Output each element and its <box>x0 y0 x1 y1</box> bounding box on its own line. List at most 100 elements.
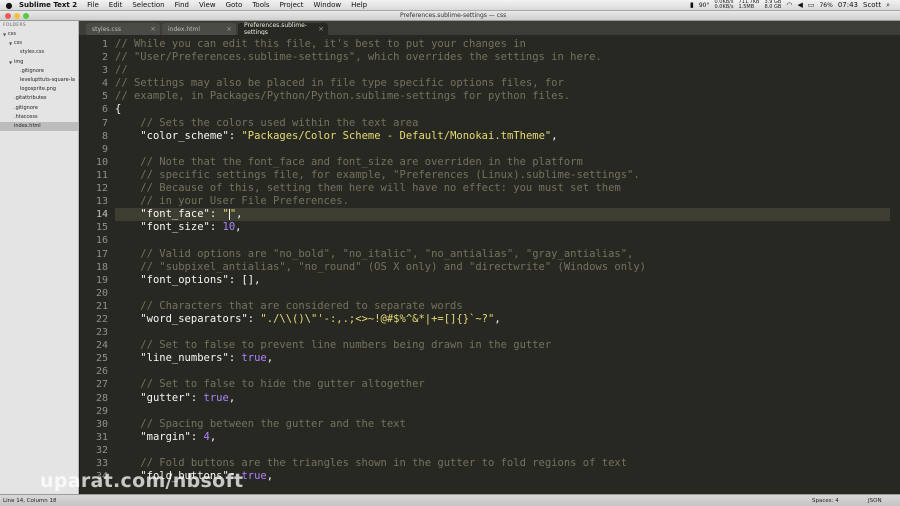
close-tab-icon[interactable]: × <box>318 25 324 33</box>
sidebar-item-label: .gitignore <box>14 104 38 111</box>
menu-window[interactable]: Window <box>309 0 347 11</box>
code-line[interactable]: // in your User File Preferences. <box>115 195 890 208</box>
menu-goto[interactable]: Goto <box>221 0 248 11</box>
code-line[interactable]: "margin": 4, <box>115 431 890 444</box>
code-line[interactable] <box>115 287 890 300</box>
menu-view[interactable]: View <box>194 0 221 11</box>
close-window-icon[interactable] <box>5 13 11 19</box>
tab-preferences[interactable]: Preferences.sublime-settings × <box>238 22 328 36</box>
code-line[interactable]: "gutter": true, <box>115 392 890 405</box>
code-line[interactable]: // Fold buttons are the triangles shown … <box>115 457 890 470</box>
temperature-readout: 90° <box>698 1 710 9</box>
code-line[interactable]: // Characters that are considered to sep… <box>115 300 890 313</box>
code-line[interactable] <box>115 405 890 418</box>
menu-selection[interactable]: Selection <box>127 0 169 11</box>
search-icon[interactable]: ⌕ <box>886 1 890 10</box>
indentation-selector[interactable]: Spaces: 4 <box>812 498 839 504</box>
line-number: 1 <box>101 39 108 50</box>
code-line[interactable] <box>115 326 890 339</box>
menu-edit[interactable]: Edit <box>104 0 128 11</box>
menu-bar: ● Sublime Text 2 File Edit Selection Fin… <box>0 0 900 11</box>
code-line[interactable]: // Because of this, setting them here wi… <box>115 182 890 195</box>
sidebar-tree-item[interactable]: styles.css <box>0 48 78 57</box>
line-number: 23 <box>95 327 108 339</box>
sidebar-item-label: styles.css <box>20 49 45 56</box>
menu-find[interactable]: Find <box>170 0 194 11</box>
line-number: 10 <box>95 156 108 168</box>
sidebar-tree-item[interactable]: index.html <box>0 121 78 132</box>
code-line[interactable] <box>115 444 890 457</box>
line-number: 13 <box>95 196 108 208</box>
sidebar-tree-item[interactable]: ▼ css <box>0 30 78 39</box>
disk-monitor[interactable]: 3.9 GB 8.0 GB <box>764 0 781 10</box>
user-name[interactable]: Scott <box>863 1 881 9</box>
menu-project[interactable]: Project <box>275 0 309 11</box>
sidebar-tree-item[interactable]: ▼ css <box>0 39 78 48</box>
code-line[interactable]: // specific settings file, for example, … <box>115 169 890 182</box>
code-line[interactable]: // Set to false to hide the gutter altog… <box>115 378 890 391</box>
syntax-selector[interactable]: JSON <box>868 498 882 504</box>
sidebar-tree-item[interactable]: .gitignore <box>0 104 78 113</box>
line-number: 9 <box>101 143 108 155</box>
zoom-window-icon[interactable] <box>23 13 29 19</box>
sidebar-item-label: img <box>14 58 24 65</box>
code-line[interactable]: "line_numbers": true, <box>115 352 890 365</box>
code-line[interactable]: // Set to false to prevent line numbers … <box>115 339 890 352</box>
code-line[interactable] <box>115 365 890 378</box>
battery-icon[interactable]: ▭ <box>808 1 815 9</box>
sidebar-item-label: index.html <box>14 122 41 129</box>
tab-label: index.html <box>168 25 200 33</box>
sidebar-tree-item[interactable]: .gitignore <box>0 67 78 76</box>
tab-styles-css[interactable]: styles.css × <box>86 23 160 35</box>
line-number: 11 <box>95 169 108 181</box>
sidebar-tree-item[interactable]: levelupttuts-square-la <box>0 76 78 85</box>
clock[interactable]: 07:43 <box>838 1 858 9</box>
menu-tools[interactable]: Tools <box>247 0 274 11</box>
network-monitor[interactable]: 0.0KB/s 0.0KB/s <box>715 0 734 10</box>
code-line[interactable]: // While you can edit this file, it's be… <box>115 38 890 51</box>
menu-help[interactable]: Help <box>346 0 372 11</box>
code-line[interactable] <box>115 143 890 156</box>
line-number: 5 <box>101 91 108 103</box>
code-area[interactable]: // While you can edit this file, it's be… <box>115 38 890 483</box>
watermark: uparat.com/nbsoft <box>40 470 244 492</box>
code-line[interactable] <box>115 234 890 247</box>
line-number-gutter[interactable]: 1 2 3 4 5 6 7 8 9 10 11 12 13 14 15 16 17 18 19 20 21 22 23 24 2… <box>80 38 108 483</box>
sidebar-tree-item[interactable]: .htaccess <box>0 113 78 122</box>
code-line[interactable]: // <box>115 64 890 77</box>
code-editor[interactable]: 1 2 3 4 5 6 7 8 9 10 11 12 13 14 15 16 17 18 19 20 21 22 23 24 2… <box>80 35 900 494</box>
temperature-icon[interactable]: ▮ <box>690 1 694 9</box>
code-line[interactable]: // "subpixel_antialias", "no_round" (OS … <box>115 261 890 274</box>
menu-file[interactable]: File <box>82 0 104 11</box>
code-line[interactable]: "font_options": [], <box>115 274 890 287</box>
close-tab-icon[interactable]: × <box>150 25 156 33</box>
minimize-window-icon[interactable] <box>14 13 20 19</box>
code-line[interactable]: "color_scheme": "Packages/Color Scheme -… <box>115 130 890 143</box>
window-title-bar: Preferences.sublime-settings — css <box>0 11 900 21</box>
code-line[interactable]: // Settings may also be placed in file t… <box>115 77 890 90</box>
code-line[interactable]: "font_face": "", <box>115 208 890 222</box>
tab-index-html[interactable]: index.html × <box>162 23 236 35</box>
apple-menu-icon[interactable]: ● <box>4 1 14 10</box>
sidebar-tree-item[interactable]: ▼ img <box>0 58 78 67</box>
wifi-icon[interactable]: ◠ <box>786 1 792 9</box>
code-line[interactable]: { <box>115 103 890 116</box>
code-line[interactable]: // example, in Packages/Python/Python.su… <box>115 90 890 103</box>
app-menu[interactable]: Sublime Text 2 <box>14 0 82 11</box>
close-tab-icon[interactable]: × <box>226 25 232 33</box>
code-line[interactable]: // Sets the colors used within the text … <box>115 117 890 130</box>
code-line[interactable]: // Spacing between the gutter and the te… <box>115 418 890 431</box>
line-number: 30 <box>95 418 108 430</box>
line-number: 2 <box>101 52 108 64</box>
code-line[interactable]: // Valid options are "no_bold", "no_ital… <box>115 248 890 261</box>
memory-monitor[interactable]: 711.7KB 1.5MB <box>738 0 759 10</box>
code-line[interactable]: "word_separators": "./\\()\"'-:,.;<>~!@#… <box>115 313 890 326</box>
sidebar-tree-item[interactable]: logosprite.png <box>0 85 78 94</box>
code-line[interactable]: // Note that the font_face and font_size… <box>115 156 890 169</box>
sidebar-tree-item[interactable]: .gitattributes <box>0 94 78 103</box>
line-number: 12 <box>95 183 108 195</box>
volume-icon[interactable]: ◀ <box>797 1 802 9</box>
code-line[interactable]: "font_size": 10, <box>115 221 890 234</box>
code-line[interactable]: // "User/Preferences.sublime-settings", … <box>115 51 890 64</box>
line-number: 28 <box>95 392 108 404</box>
